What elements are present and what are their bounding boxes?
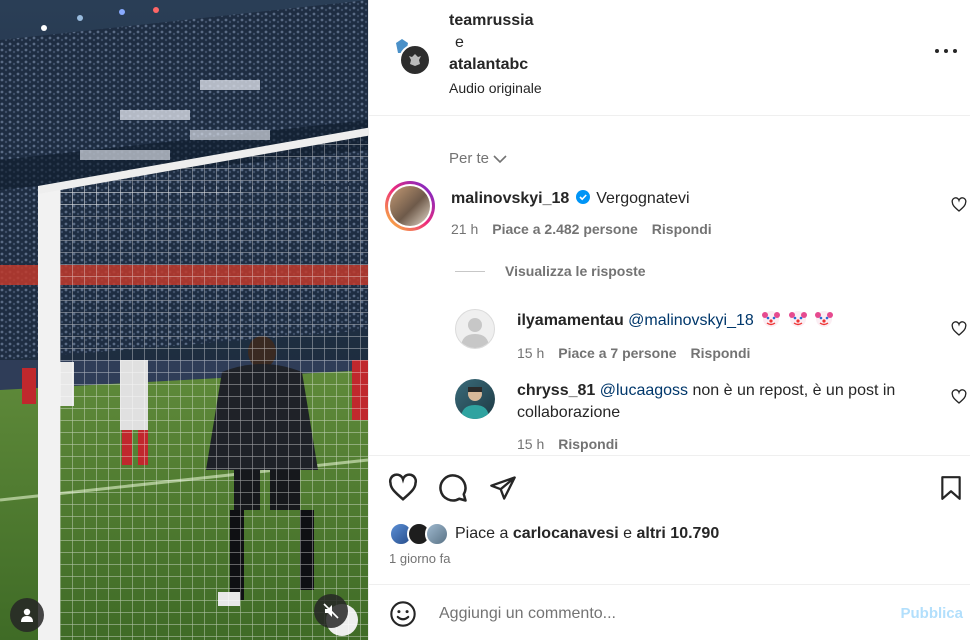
avatar[interactable] — [399, 44, 431, 76]
comment-meta: 15 h Piace a 7 persone Rispondi — [517, 345, 750, 361]
post-timestamp[interactable]: 1 giorno fa — [389, 551, 450, 566]
post-panel: teamrussia e atalantabc Audio originale … — [368, 0, 970, 640]
dot — [944, 49, 948, 53]
audio-link[interactable]: Audio originale — [449, 77, 542, 99]
heart-icon — [388, 473, 418, 501]
comment-time[interactable]: 15 h — [517, 345, 544, 361]
avatar[interactable] — [455, 309, 495, 349]
avatar — [425, 522, 449, 546]
post-video[interactable] — [0, 0, 368, 640]
eagle-emblem-icon — [409, 54, 421, 66]
verified-badge-icon — [575, 190, 590, 204]
profile-photo — [390, 186, 430, 226]
comment-bubble-icon — [439, 474, 467, 502]
comment-meta: 15 h Rispondi — [517, 436, 618, 452]
like-button[interactable] — [387, 472, 419, 504]
heart-icon[interactable] — [951, 321, 967, 337]
user-icon — [21, 608, 33, 622]
comment-username[interactable]: chryss_81 — [517, 382, 595, 399]
comment-username[interactable]: ilyamamentau — [517, 312, 624, 329]
tagged-users-button[interactable] — [10, 598, 44, 632]
heart-icon[interactable] — [951, 197, 967, 213]
dot — [935, 49, 939, 53]
view-replies-label: Visualizza le risposte — [505, 263, 646, 279]
default-avatar-icon — [461, 318, 489, 348]
likes-joiner: e — [623, 525, 633, 542]
author-username[interactable]: atalantabc — [449, 54, 542, 76]
heart-icon[interactable] — [951, 389, 967, 405]
bookmark-icon — [941, 476, 961, 500]
mute-button[interactable] — [314, 594, 348, 628]
liker-username[interactable]: carlocanavesi — [513, 525, 619, 543]
divider — [455, 270, 485, 272]
save-button[interactable] — [935, 472, 967, 504]
collab-avatars[interactable] — [387, 32, 433, 78]
post-actions: Piace a carlocanavesi e altri 10.790 1 g… — [369, 455, 970, 585]
comments-list[interactable]: Per te malinovskyi_18 Vergognatevi 21 h … — [369, 117, 970, 453]
comment-text: malinovskyi_18 Vergognatevi — [451, 188, 690, 210]
add-comment-bar: Pubblica — [369, 586, 970, 640]
comment-content: Vergognatevi — [596, 190, 690, 207]
reply-button[interactable]: Rispondi — [558, 436, 618, 452]
comment-input[interactable] — [439, 602, 879, 626]
video-frame — [0, 0, 368, 640]
clown-face-icon — [815, 311, 834, 327]
publish-button[interactable]: Pubblica — [900, 605, 963, 622]
comment-filter-dropdown[interactable]: Per te — [449, 150, 507, 167]
author-username[interactable]: teamrussia — [449, 10, 542, 32]
comment-likes[interactable]: Piace a 7 persone — [558, 345, 676, 361]
reply-button[interactable]: Rispondi — [652, 221, 712, 237]
dot — [953, 49, 957, 53]
view-replies-button[interactable]: Visualizza le risposte — [455, 263, 646, 279]
liker-avatars[interactable] — [389, 522, 451, 546]
likes-others-link[interactable]: altri 10.790 — [637, 525, 720, 543]
paper-plane-icon — [490, 476, 516, 500]
share-button[interactable] — [487, 472, 519, 504]
more-options-button[interactable] — [935, 44, 957, 58]
filter-label: Per te — [449, 150, 490, 167]
comment-time[interactable]: 21 h — [451, 221, 478, 237]
author-conjunction: e — [455, 34, 464, 51]
emoji-picker-icon[interactable] — [389, 600, 417, 628]
comment-button[interactable] — [437, 472, 469, 504]
avatar[interactable] — [385, 181, 435, 231]
comment-meta: 21 h Piace a 2.482 persone Rispondi — [451, 221, 712, 237]
comment-username[interactable]: malinovskyi_18 — [451, 190, 569, 207]
clown-face-icon — [762, 311, 781, 327]
avatar[interactable] — [455, 379, 495, 419]
clown-face-icon — [788, 311, 807, 327]
comment-text: chryss_81 @lucaagoss non è un repost, è … — [517, 380, 937, 424]
comment-text: ilyamamentau @malinovskyi_18 — [517, 310, 834, 332]
post-header: teamrussia e atalantabc Audio originale — [369, 0, 970, 116]
mention-link[interactable]: @lucaagoss — [600, 382, 688, 399]
comment-time[interactable]: 15 h — [517, 436, 544, 452]
profile-photo — [461, 387, 489, 419]
chevron-down-icon — [493, 154, 507, 163]
likes-summary: Piace a carlocanavesi e altri 10.790 — [389, 522, 719, 546]
speaker-muted-icon — [323, 603, 339, 619]
comment-likes[interactable]: Piace a 2.482 persone — [492, 221, 638, 237]
likes-prefix: Piace a — [455, 525, 509, 542]
mention-link[interactable]: @malinovskyi_18 — [628, 312, 754, 329]
instagram-post-view: teamrussia e atalantabc Audio originale … — [0, 0, 970, 640]
reply-button[interactable]: Rispondi — [691, 345, 751, 361]
post-authors: teamrussia e atalantabc Audio originale — [449, 10, 542, 99]
